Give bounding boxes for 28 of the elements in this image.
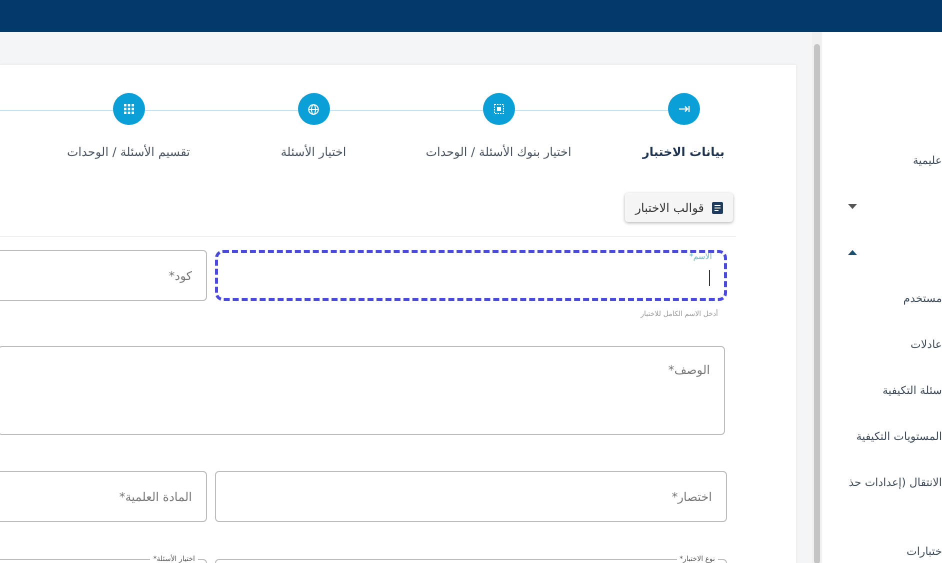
code-input-field[interactable]: كود* bbox=[0, 250, 207, 301]
globe-icon bbox=[308, 104, 319, 114]
subject-input-field[interactable]: المادة العلمية* bbox=[0, 471, 207, 522]
sidebar-item[interactable]: عادلات bbox=[910, 338, 942, 350]
step-circle[interactable] bbox=[482, 93, 514, 125]
step-circle[interactable] bbox=[112, 93, 144, 125]
step-circle[interactable] bbox=[668, 93, 700, 125]
scrollbar-thumb[interactable] bbox=[814, 44, 820, 563]
sidebar-item[interactable]: مستخدم bbox=[903, 292, 942, 304]
abbreviation-input-field[interactable]: اختصار* bbox=[215, 471, 727, 522]
step-circle[interactable] bbox=[298, 93, 330, 125]
step-label[interactable]: تقسيم الأسئلة / الوحدات bbox=[67, 145, 190, 159]
sidebar-item[interactable]: سئلة التكيفية bbox=[882, 384, 942, 396]
sidebar-item[interactable]: المستويات التكيفية bbox=[856, 430, 942, 442]
sidebar-item[interactable]: عليمية bbox=[912, 154, 942, 166]
sidebar-item[interactable]: ختبارات bbox=[906, 544, 942, 558]
square-icon bbox=[494, 104, 504, 114]
step-label[interactable]: اختيار بنوك الأسئلة / الوحدات bbox=[426, 145, 572, 159]
sidebar-item[interactable]: الانتقال (إعدادات حذ bbox=[848, 476, 942, 488]
grid-icon bbox=[124, 104, 134, 114]
description-input-field[interactable]: الوصف* bbox=[0, 346, 725, 435]
step-label[interactable]: بيانات الاختبار bbox=[642, 145, 725, 159]
caret-icon[interactable] bbox=[848, 204, 857, 208]
document-icon bbox=[712, 202, 723, 214]
caret-icon[interactable] bbox=[848, 250, 857, 254]
templates-button[interactable]: قوالب الاختبار bbox=[625, 193, 733, 222]
step-label[interactable]: اختيار الأسئلة bbox=[280, 145, 346, 159]
arrow-icon bbox=[678, 105, 690, 113]
